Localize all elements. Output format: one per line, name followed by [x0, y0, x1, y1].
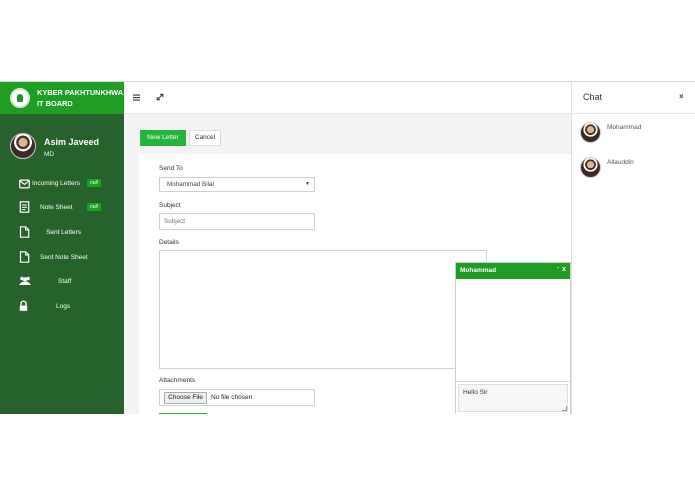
chat-contact[interactable]: Allauddin: [580, 157, 690, 181]
minimize-icon[interactable]: -: [557, 265, 559, 272]
chat-sidebar: Chat × Mohammad Allauddin: [571, 82, 695, 414]
close-icon[interactable]: x: [562, 266, 566, 273]
sidebar-item-label: Staff: [58, 278, 72, 285]
subject-input[interactable]: [159, 213, 315, 230]
chevron-down-icon: ▼: [305, 181, 310, 187]
send-to-value: Mohammad Bilal: [167, 181, 214, 188]
details-label: Details: [159, 239, 179, 246]
brand-header[interactable]: KYBER PAKHTUNKHWA IT BOARD: [0, 82, 124, 114]
file-icon: [19, 226, 30, 238]
count-badge: null: [87, 179, 101, 187]
sidebar-item-incoming-letters[interactable]: Incoming Letters null: [0, 174, 124, 194]
contact-name: Allauddin: [607, 159, 634, 166]
sidebar-item-logs[interactable]: Logs: [0, 297, 124, 317]
resize-handle-icon[interactable]: [562, 406, 567, 411]
lock-icon: [19, 300, 28, 311]
divider: [572, 113, 695, 114]
chat-window: Mohammad - x Hello Sir: [455, 262, 571, 414]
avatar: [580, 122, 601, 143]
attachments-label: Attachments: [159, 377, 196, 384]
file-icon: [19, 251, 30, 263]
no-file-text: No file chosen: [211, 394, 253, 401]
sidebar-item-label: Sent Letters: [46, 229, 82, 236]
sidebar-item-label: Sent Note Sheet: [40, 254, 88, 261]
chat-window-header[interactable]: Mohammad - x: [456, 263, 570, 279]
user-role: MD: [44, 151, 55, 158]
kpitb-logo-icon: [10, 88, 30, 108]
users-icon: [19, 276, 31, 285]
avatar: [580, 157, 601, 178]
details-textarea[interactable]: [159, 250, 487, 369]
hamburger-icon[interactable]: [133, 94, 140, 101]
brand-name-line2: IT BOARD: [37, 99, 73, 108]
sidebar-item-label: Logs: [56, 303, 71, 310]
brand-name-line1: KYBER PAKHTUNKHWA: [37, 88, 124, 97]
send-to-label: Send To: [159, 165, 183, 172]
file-input[interactable]: Choose File No file chosen: [159, 389, 315, 406]
sidebar-item-label: Incoming Letters: [32, 180, 81, 187]
sidebar-item-sent-note-sheet[interactable]: Sent Note Sheet: [0, 248, 124, 268]
sidebar-item-note-sheet[interactable]: Note Sheet null: [0, 198, 124, 218]
close-icon[interactable]: ×: [679, 92, 684, 101]
app-window: KYBER PAKHTUNKHWA IT BOARD Asim Javeed M…: [0, 81, 695, 414]
choose-file-button[interactable]: Choose File: [164, 392, 207, 404]
send-to-select[interactable]: Mohammad Bilal ▼: [159, 177, 315, 192]
count-badge: null: [87, 203, 101, 211]
chat-window-title: Mohammad: [460, 267, 497, 274]
chat-message-input[interactable]: Hello Sir: [458, 384, 568, 412]
new-letter-button[interactable]: New Letter: [140, 130, 186, 146]
cancel-button[interactable]: Cancel: [189, 130, 221, 146]
avatar: [10, 133, 36, 159]
user-name: Asim Javeed: [44, 137, 100, 147]
sidebar-item-sent-letters[interactable]: Sent Letters: [0, 223, 124, 243]
expand-icon[interactable]: [156, 93, 164, 101]
top-bar: [124, 82, 571, 114]
sidebar-item-staff[interactable]: Staff: [0, 272, 124, 292]
contact-name: Mohammad: [607, 124, 642, 131]
chat-messages: [456, 279, 570, 382]
submit-button[interactable]: [159, 413, 207, 414]
chat-contact[interactable]: Mohammad: [580, 122, 690, 146]
document-icon: [19, 201, 30, 213]
chat-title: Chat: [583, 92, 603, 102]
subject-label: Subject: [159, 202, 181, 209]
sidebar-item-label: Note Sheet: [40, 204, 73, 211]
sidebar: KYBER PAKHTUNKHWA IT BOARD Asim Javeed M…: [0, 82, 124, 414]
envelope-icon: [19, 179, 30, 189]
